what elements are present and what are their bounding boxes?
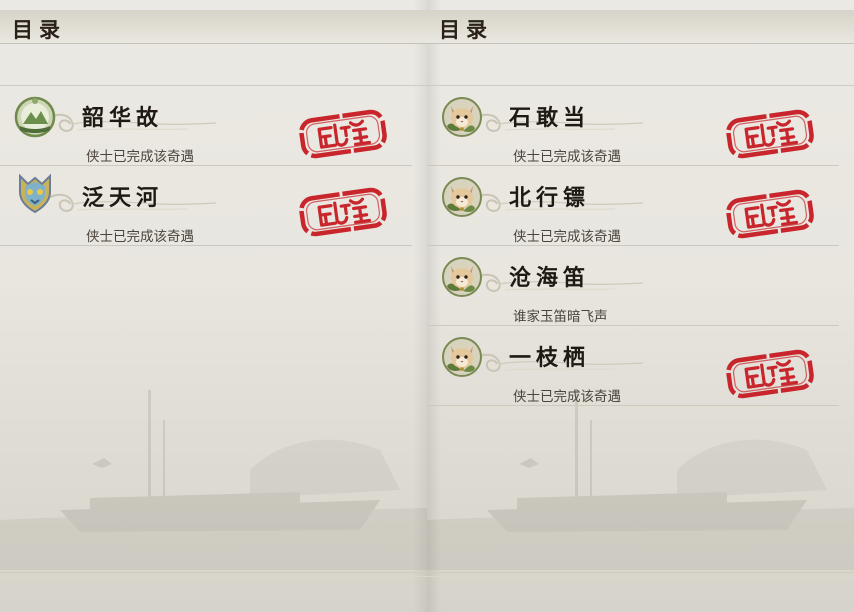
- catalog-header: 目录: [427, 10, 854, 43]
- panel-edge-shade: [413, 0, 427, 612]
- completed-seal-stamp-icon: [723, 186, 817, 242]
- entry-subtitle: 侠士已完成该奇遇: [86, 149, 194, 165]
- entry-title: 韶华故: [82, 105, 164, 131]
- footer-divider: [0, 576, 427, 577]
- encounter-entry-beixingbiao[interactable]: 北行镖 侠士已完成该奇遇: [427, 166, 839, 246]
- cat-pet-icon: [441, 256, 483, 298]
- entry-title: 沧海笛: [509, 265, 591, 291]
- header-divider: [427, 43, 854, 44]
- entry-subtitle: 侠士已完成该奇遇: [513, 389, 621, 405]
- entry-title: 石敢当: [509, 105, 591, 131]
- cat-pet-icon: [441, 336, 483, 378]
- completed-seal-stamp-icon: [723, 106, 817, 162]
- catalog-panel-left: 目录 韶华故 侠士已完成该奇遇 泛天河 侠士已完成该奇遇: [0, 0, 427, 612]
- cat-pet-icon: [441, 176, 483, 218]
- entry-subtitle: 侠士已完成该奇遇: [86, 229, 194, 245]
- row-divider: [0, 245, 412, 246]
- entry-title: 泛天河: [82, 185, 164, 211]
- footer-divider: [427, 572, 854, 573]
- entry-subtitle: 侠士已完成该奇遇: [513, 229, 621, 245]
- footer-divider: [0, 572, 427, 573]
- encounter-entry-yizhiqi[interactable]: 一枝栖 侠士已完成该奇遇: [427, 326, 839, 406]
- footer-divider: [427, 576, 854, 577]
- entry-title: 一枝栖: [509, 345, 591, 371]
- boat-background-illustration: [427, 380, 854, 570]
- encounter-entry-shaohuagu[interactable]: 韶华故 侠士已完成该奇遇: [0, 86, 412, 166]
- blue-crest-badge-icon: [14, 172, 56, 214]
- catalog-header: 目录: [0, 10, 427, 43]
- entry-subtitle: 谁家玉笛暗飞声: [513, 309, 608, 325]
- encounter-entry-canghaidi[interactable]: 沧海笛 谁家玉笛暗飞声: [427, 246, 839, 326]
- header-divider: [0, 43, 427, 44]
- row-divider: [427, 405, 839, 406]
- boat-background-illustration: [0, 380, 427, 570]
- encounter-entry-fantianhe[interactable]: 泛天河 侠士已完成该奇遇: [0, 166, 412, 246]
- encounter-entry-shigandang[interactable]: 石敢当 侠士已完成该奇遇: [427, 86, 839, 166]
- completed-seal-stamp-icon: [296, 184, 390, 240]
- catalog-title: 目录: [439, 17, 493, 42]
- catalog-panel-right: 目录 石敢当 侠士已完成该奇遇 北行镖 侠士已完成该奇遇 沧海笛 谁家玉笛暗飞声…: [427, 0, 854, 612]
- completed-seal-stamp-icon: [296, 106, 390, 162]
- cat-pet-icon: [441, 96, 483, 138]
- green-mountain-badge-icon: [14, 96, 56, 138]
- entry-subtitle: 侠士已完成该奇遇: [513, 149, 621, 165]
- catalog-title: 目录: [12, 17, 66, 42]
- entry-title: 北行镖: [509, 185, 591, 211]
- completed-seal-stamp-icon: [723, 346, 817, 402]
